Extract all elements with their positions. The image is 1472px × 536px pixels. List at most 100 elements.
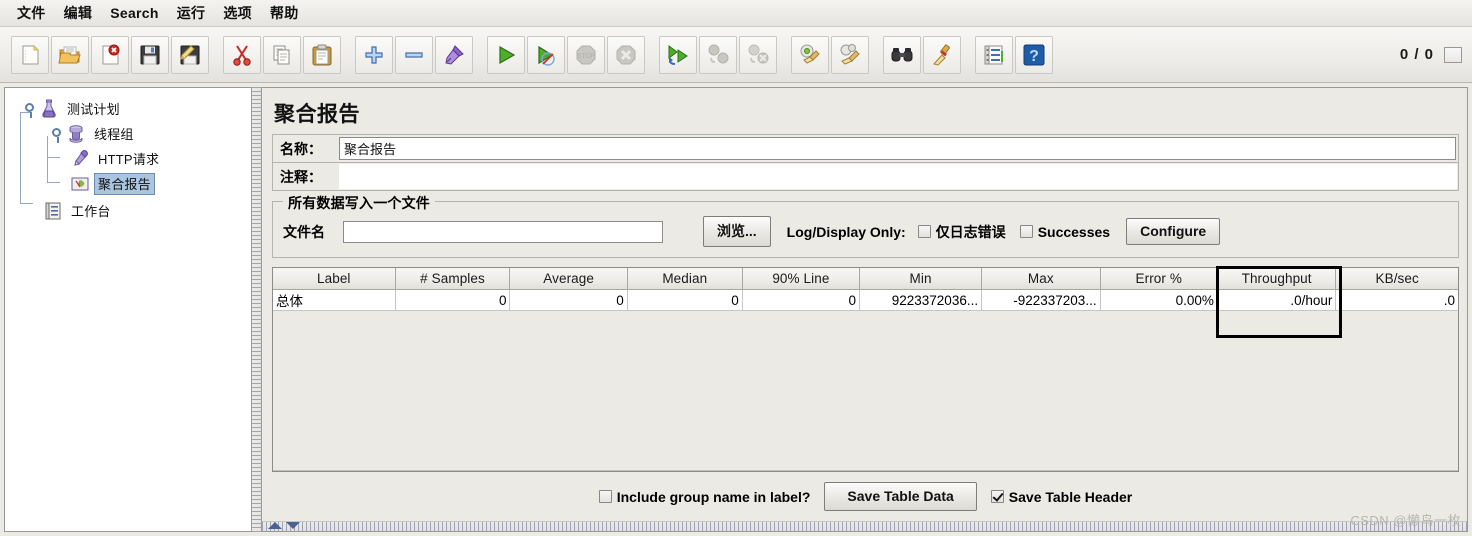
split-pane-divider[interactable] [252, 87, 261, 532]
collapse-all-button[interactable] [395, 35, 433, 74]
column-header-error-pct[interactable]: Error % [1100, 268, 1218, 290]
tree-node-workbench[interactable]: 工作台 [15, 198, 251, 223]
open-file-button[interactable] [51, 35, 89, 74]
start-button[interactable] [487, 35, 525, 74]
comment-input[interactable] [339, 164, 1457, 189]
menu-run[interactable]: 运行 [168, 0, 215, 27]
close-file-icon [98, 43, 122, 67]
collapse-down-arrow-icon[interactable] [286, 522, 300, 529]
search-reset-button[interactable] [923, 35, 961, 74]
table-empty-area [273, 311, 1458, 470]
successes-checkbox[interactable]: Successes [1019, 223, 1111, 240]
name-label: 名称： [280, 140, 322, 157]
bottom-pane-divider[interactable] [262, 521, 1467, 531]
errors-only-label: 仅日志错误 [935, 223, 1006, 240]
start-icon [494, 43, 518, 67]
help-button[interactable]: ? [1015, 35, 1053, 74]
toggle-button[interactable] [435, 35, 473, 74]
column-header-average[interactable]: Average [509, 268, 628, 290]
cell-min: 9223372036... [859, 289, 983, 311]
test-plan-flask-icon [39, 99, 61, 119]
aggregate-report-icon [70, 174, 92, 194]
running-threads-counter: 0 / 0 [1399, 46, 1434, 63]
aggregate-results-table[interactable]: Label # Samples Average Median 90% Line … [273, 268, 1458, 311]
save-table-header-checkbox[interactable]: Save Table Header [990, 489, 1132, 505]
shutdown-button[interactable] [607, 35, 645, 74]
successes-checkbox-box[interactable] [1019, 225, 1033, 238]
save-table-data-button[interactable]: Save Table Data [824, 482, 977, 511]
log-display-only-label: Log/Display Only: [786, 223, 906, 240]
clear-icon [798, 43, 822, 67]
menu-options[interactable]: 选项 [214, 0, 261, 27]
new-file-button[interactable] [11, 35, 49, 74]
remote-stop-all-icon [706, 43, 730, 67]
tree-expand-handle[interactable] [52, 127, 65, 143]
column-header-kb-sec[interactable]: KB/sec [1335, 268, 1458, 290]
cell-throughput: .0/hour [1217, 289, 1337, 311]
stop-button[interactable]: STOP [567, 35, 605, 74]
column-header-min[interactable]: Min [859, 268, 983, 290]
save-button[interactable] [131, 35, 169, 74]
watermark: CSDN @懒鸟一枚 [1350, 513, 1461, 528]
tree-node-label: 聚合报告 [94, 172, 155, 195]
test-plan-tree: 测试计划 线程组 HTTP请求 聚合报告 工作台 [5, 88, 251, 223]
clear-button[interactable] [791, 35, 829, 74]
table-row[interactable]: 总体 0 0 0 0 9223372036... -922337203... 0… [273, 289, 1458, 311]
svg-text:STOP: STOP [577, 53, 596, 60]
column-header-max[interactable]: Max [981, 268, 1101, 290]
tree-expand-handle[interactable] [25, 102, 38, 118]
cell-label: 总体 [273, 289, 396, 311]
search-button[interactable] [883, 35, 921, 74]
errors-only-checkbox-box[interactable] [917, 225, 931, 238]
menu-file[interactable]: 文件 [8, 0, 55, 27]
column-header-throughput[interactable]: Throughput [1217, 268, 1337, 290]
remote-stop-all-button[interactable] [699, 35, 737, 74]
column-header-median[interactable]: Median [627, 268, 743, 290]
column-header-90-line[interactable]: 90% Line [742, 268, 861, 290]
stop-icon: STOP [574, 43, 598, 67]
close-file-button[interactable] [91, 35, 129, 74]
save-as-button[interactable] [171, 35, 209, 74]
comment-field-row: 注释： [272, 162, 1459, 191]
paste-icon [310, 43, 334, 67]
write-results-to-file-group: 所有数据写入一个文件 文件名 浏览... Log/Display Only: 仅… [272, 193, 1459, 258]
include-group-name-checkbox-box[interactable] [598, 490, 612, 503]
column-header-label[interactable]: Label [273, 268, 396, 290]
http-request-icon [70, 149, 92, 169]
cut-button[interactable] [223, 35, 261, 74]
copy-button[interactable] [263, 35, 301, 74]
function-helper-button[interactable] [975, 35, 1013, 74]
remote-start-all-button[interactable] [659, 35, 697, 74]
tree-node-aggregate-report[interactable]: 聚合报告 [15, 171, 251, 196]
clear-all-button[interactable] [831, 35, 869, 74]
paste-button[interactable] [303, 35, 341, 74]
tree-node-label: 测试计划 [67, 101, 120, 117]
successes-label: Successes [1037, 223, 1111, 240]
tree-node-http-request[interactable]: HTTP请求 [15, 146, 251, 171]
remote-shutdown-all-button[interactable] [739, 35, 777, 74]
tree-node-test-plan[interactable]: 测试计划 [15, 96, 251, 121]
cell-median: 0 [627, 289, 743, 311]
browse-button[interactable]: 浏览... [703, 216, 771, 247]
tree-node-thread-group[interactable]: 线程组 [15, 121, 251, 146]
name-input[interactable]: 聚合报告 [339, 137, 1456, 160]
menu-help[interactable]: 帮助 [261, 0, 308, 27]
tree-node-label: 线程组 [94, 126, 134, 142]
configure-button[interactable]: Configure [1126, 218, 1221, 245]
page-title: 聚合报告 [274, 103, 360, 126]
filename-input[interactable] [343, 220, 663, 243]
name-field-row: 名称： 聚合报告 [272, 134, 1459, 162]
menu-edit[interactable]: 编辑 [55, 0, 102, 27]
errors-only-checkbox[interactable]: 仅日志错误 [917, 222, 1006, 242]
column-header-samples[interactable]: # Samples [395, 268, 511, 290]
collapse-up-arrow-icon[interactable] [268, 522, 282, 529]
start-no-pauses-button[interactable] [527, 35, 565, 74]
tree-node-label: 工作台 [71, 203, 111, 219]
include-group-name-checkbox[interactable]: Include group name in label? [598, 488, 811, 505]
menu-bar: 文件 编辑 Search 运行 选项 帮助 [0, 0, 1472, 27]
save-table-header-checkbox-box[interactable] [990, 490, 1004, 503]
menu-search[interactable]: Search [101, 2, 168, 25]
expand-all-button[interactable] [355, 35, 393, 74]
shutdown-icon [614, 43, 638, 67]
include-group-name-label: Include group name in label? [616, 488, 811, 505]
